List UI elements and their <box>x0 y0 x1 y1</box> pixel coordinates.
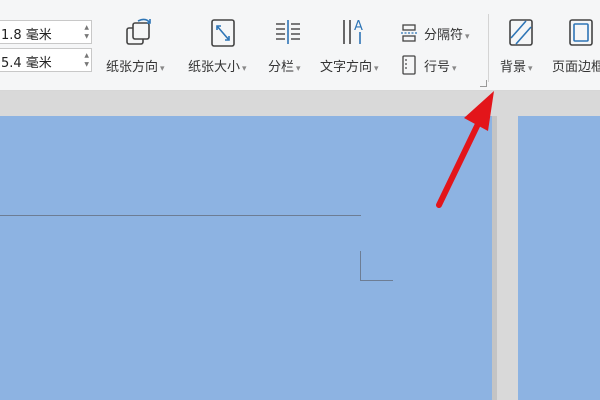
page-background-icon <box>509 19 533 46</box>
chevron-down-icon: ▾ <box>242 64 247 74</box>
spin-up-icon[interactable]: ▲ <box>84 53 89 59</box>
orientation-label: 纸张方向 <box>106 60 159 75</box>
text-direction-button[interactable]: A 文字方向 ▾ <box>320 16 392 80</box>
background-button[interactable]: 背景 ▾ <box>498 16 544 80</box>
margin-corner-mark <box>360 280 393 281</box>
margin-top-value: 1.8 毫米 <box>1 28 52 43</box>
spin-up-icon[interactable]: ▲ <box>84 25 89 31</box>
page-shadow <box>492 116 497 400</box>
orientation-button[interactable]: 纸张方向 ▾ <box>106 16 176 80</box>
separator-label: 分隔符 <box>424 28 464 43</box>
margin-top-input[interactable]: 1.8 毫米 ▲ ▼ <box>0 20 92 44</box>
margin-corner-mark <box>360 251 361 281</box>
line-number-icon <box>402 55 416 75</box>
separator-button[interactable]: 分隔符 ▾ <box>400 23 480 43</box>
chevron-down-icon: ▾ <box>160 64 165 74</box>
columns-label: 分栏 <box>268 60 295 75</box>
separator-icon <box>401 24 417 42</box>
svg-text:A: A <box>354 19 363 34</box>
spin-down-icon[interactable]: ▼ <box>84 34 89 40</box>
text-direction-icon: A <box>343 19 363 44</box>
spin-down-icon[interactable]: ▼ <box>84 62 89 68</box>
page-border-label: 页面边框 <box>552 60 600 75</box>
chevron-down-icon: ▾ <box>296 64 301 74</box>
size-button[interactable]: 纸张大小 ▾ <box>188 16 258 80</box>
margin-bottom-input[interactable]: 5.4 毫米 ▲ ▼ <box>0 48 92 72</box>
page-resize-icon <box>211 19 235 47</box>
columns-button[interactable]: 分栏 ▾ <box>268 16 310 80</box>
dialog-launcher-icon[interactable] <box>480 80 487 87</box>
header-margin-line <box>0 215 361 216</box>
size-label: 纸张大小 <box>188 60 241 75</box>
columns-icon <box>276 20 300 44</box>
document-page-next[interactable] <box>518 116 600 400</box>
chevron-down-icon: ▾ <box>528 64 533 74</box>
document-page[interactable] <box>0 116 492 400</box>
line-number-label: 行号 <box>424 60 451 75</box>
ribbon-toolbar: 1.8 毫米 ▲ ▼ 5.4 毫米 ▲ ▼ 纸张方向 ▾ 纸张大小 ▾ 分栏 ▾… <box>0 0 600 91</box>
page-rotate-icon <box>126 18 151 45</box>
page-border-icon <box>569 19 593 46</box>
chevron-down-icon: ▾ <box>452 64 457 74</box>
page-border-button[interactable]: 页面边框 <box>550 16 600 80</box>
group-divider <box>488 14 489 82</box>
line-number-button[interactable]: 行号 ▾ <box>400 55 470 75</box>
chevron-down-icon: ▾ <box>374 64 379 74</box>
background-label: 背景 <box>500 60 527 75</box>
margin-bottom-value: 5.4 毫米 <box>1 56 52 71</box>
text-direction-label: 文字方向 <box>320 60 373 75</box>
chevron-down-icon: ▾ <box>465 32 470 42</box>
